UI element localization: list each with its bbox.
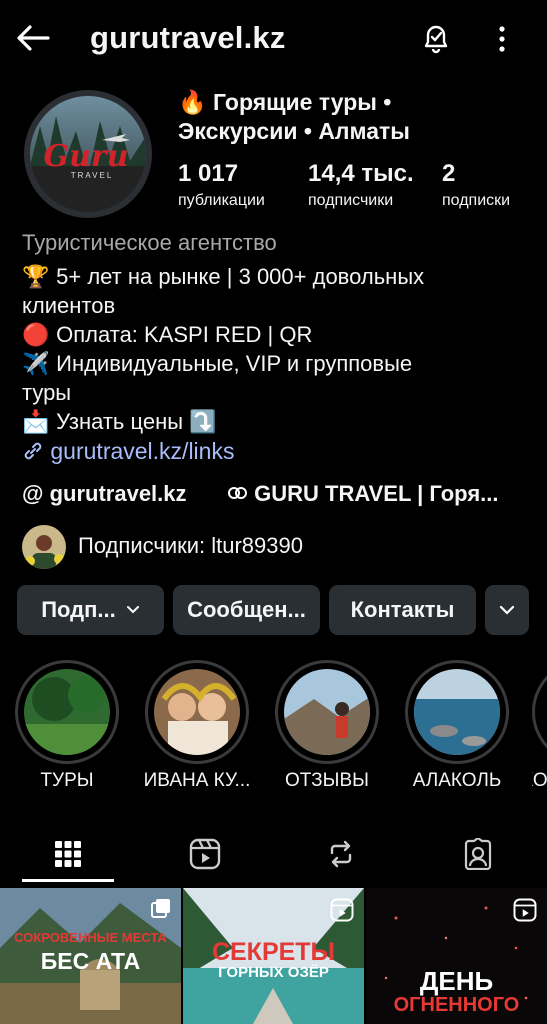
tab-reposts[interactable]: [286, 826, 396, 882]
follower-avatar[interactable]: [22, 525, 66, 569]
highlight-cover: [284, 669, 370, 755]
bio-line: туры: [22, 378, 532, 407]
highlight-label: КО: [532, 770, 547, 791]
post-title-small: ГОРНЫХ ОЗЁР: [218, 964, 329, 981]
broadcast-channel-link[interactable]: GURU TRAVEL | Горя...: [226, 481, 499, 507]
profile-category: Туристическое агентство: [22, 230, 277, 255]
highlight-label: ИВАНА КУ...: [143, 770, 251, 791]
highlight-label: АЛАКОЛЬ: [412, 770, 502, 791]
bio-line: 🏆 5+ лет на рынке | 3 000+ довольных: [22, 262, 532, 291]
stat-posts-value: 1 017: [178, 160, 239, 187]
notification-bell-icon[interactable]: [418, 20, 454, 56]
tagged-person-icon: [464, 838, 492, 870]
post-title-large: ДЕНЬ: [419, 966, 494, 996]
bio-text: 5+ лет на рынке | 3 000+ довольных: [56, 264, 425, 289]
contacts-button[interactable]: Контакты: [329, 585, 476, 635]
highlight-ko[interactable]: КО: [532, 660, 547, 792]
bio-line: ✈️ Индивидуальные, VIP и групповые: [22, 349, 532, 378]
bio-line: 📩 Узнать цены ⤵️: [22, 407, 532, 436]
profile-bio: 🏆 5+ лет на рынке | 3 000+ довольных кли…: [22, 262, 532, 436]
reel-icon: [330, 898, 354, 922]
profile-name: 🔥 Горящие туры • Экскурсии • Алматы: [178, 88, 538, 146]
profile-link-text: gurutravel.kz/links: [50, 438, 235, 464]
trophy-icon: 🏆: [22, 264, 50, 289]
post-title-small: ОГНЕННОГО: [393, 994, 520, 1016]
profile-handle: gurutravel.kz: [90, 20, 286, 55]
highlight-tury[interactable]: ТУРЫ: [12, 660, 122, 792]
chevron-down-icon: [126, 606, 139, 614]
tab-tagged[interactable]: [423, 826, 533, 882]
highlight-ring: [15, 660, 119, 764]
highlight-ring: [145, 660, 249, 764]
bio-line: клиентов: [22, 291, 532, 320]
link-icon: [24, 442, 42, 460]
svg-text:Guru: Guru: [43, 139, 128, 174]
active-tab-indicator: [22, 879, 114, 882]
stat-following[interactable]: 2 подписки: [442, 160, 510, 210]
highlight-alakol[interactable]: АЛАКОЛЬ: [402, 660, 512, 792]
bio-text: клиентов: [22, 293, 116, 318]
message-button[interactable]: Сообщен...: [173, 585, 320, 635]
name-line-2: Экскурсии • Алматы: [178, 118, 410, 144]
stat-following-label: подписки: [442, 192, 511, 209]
highlight-ivana-kupala[interactable]: ИВАНА КУ...: [142, 660, 252, 792]
highlight-ring: [275, 660, 379, 764]
fire-emoji-icon: 🔥: [178, 89, 207, 115]
post-title-large: БЕС АТА: [40, 948, 141, 974]
svg-text:TRAVEL: TRAVEL: [71, 171, 114, 180]
post-thumbnail[interactable]: СЕКРЕТЫ ГОРНЫХ ОЗЁР: [183, 888, 364, 1024]
stat-followers-value: 14,4 тыс.: [308, 160, 414, 187]
suggested-accounts-button[interactable]: [485, 585, 529, 635]
carousel-icon: [151, 899, 170, 918]
highlight-cover: [414, 669, 500, 755]
profile-avatar[interactable]: Guru TRAVEL: [30, 96, 146, 212]
post-title-small: СОКРОВЕННЫЕ МЕСТА: [14, 930, 167, 945]
stat-posts[interactable]: 1 017 публикации: [178, 160, 265, 210]
name-line-1: Горящие туры •: [213, 89, 392, 115]
tab-grid[interactable]: [13, 826, 123, 882]
chevron-down-icon: [499, 605, 515, 615]
top-bar: gurutravel.kz: [0, 0, 547, 78]
threads-handle: gurutravel.kz: [49, 481, 187, 506]
followed-by-text[interactable]: Подписчики: ltur89390: [78, 533, 303, 559]
stat-posts-label: публикации: [178, 192, 265, 209]
profile-link[interactable]: gurutravel.kz/links: [22, 438, 234, 465]
highlight-label: ОТЗЫВЫ: [285, 770, 369, 791]
stat-followers-label: подписчики: [308, 192, 394, 209]
reels-icon: [189, 838, 221, 870]
bio-text: Оплата: KASPI RED | QR: [56, 322, 313, 347]
avatar-logo: Guru TRAVEL: [30, 96, 146, 212]
threads-icon: @: [22, 481, 44, 506]
highlight-cover: [154, 669, 240, 755]
highlight-ring: [405, 660, 509, 764]
channel-name: GURU TRAVEL | Горя...: [254, 481, 499, 506]
more-options-icon[interactable]: [488, 22, 516, 56]
bio-text: Индивидуальные, VIP и групповые: [56, 351, 413, 376]
tab-reels[interactable]: [150, 826, 260, 882]
airplane-icon: ✈️: [22, 351, 50, 376]
red-circle-icon: 🔴: [22, 322, 50, 347]
post-thumbnail[interactable]: ДЕНЬ ОГНЕННОГО: [366, 888, 547, 1024]
stat-following-value: 2: [442, 160, 456, 187]
back-arrow-icon[interactable]: [14, 22, 54, 54]
stat-followers[interactable]: 14,4 тыс. подписчики: [308, 160, 414, 210]
grid-icon: [55, 841, 81, 867]
highlight-cover: [24, 669, 110, 755]
post-thumbnail[interactable]: СОКРОВЕННЫЕ МЕСТА БЕС АТА: [0, 888, 181, 1024]
channel-icon: [228, 487, 247, 499]
follow-button[interactable]: Подп...: [17, 585, 164, 635]
highlight-otzyvy[interactable]: ОТЗЫВЫ: [272, 660, 382, 792]
highlight-label: ТУРЫ: [40, 770, 94, 791]
envelope-arrow-icon: 📩: [22, 409, 50, 434]
highlight-ring: [532, 660, 547, 764]
bio-text: Узнать цены ⤵️: [56, 409, 217, 434]
reel-icon: [513, 898, 537, 922]
post-title-large: СЕКРЕТЫ: [211, 938, 336, 966]
bio-text: туры: [22, 380, 72, 405]
repost-icon: [330, 840, 352, 868]
bio-line: 🔴 Оплата: KASPI RED | QR: [22, 320, 532, 349]
threads-link[interactable]: @ gurutravel.kz: [22, 481, 187, 507]
follow-button-label: Подп...: [41, 597, 116, 622]
